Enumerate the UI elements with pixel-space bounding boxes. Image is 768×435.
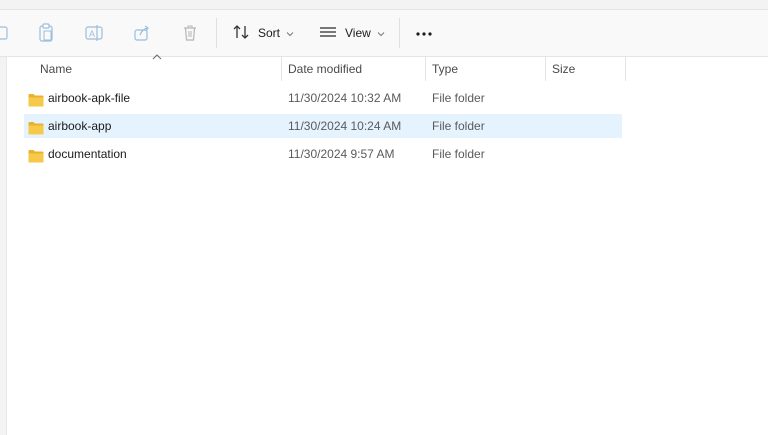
file-name: airbook-apk-file [48,91,131,105]
paste-icon[interactable] [35,22,57,44]
toolbar-separator [216,18,217,48]
folder-icon [28,147,44,163]
delete-icon[interactable] [179,22,201,44]
folder-icon [28,119,44,135]
sort-icon [232,24,250,43]
file-date-modified: 11/30/2024 10:32 AM [288,91,402,105]
chevron-down-icon [286,26,294,40]
column-header-date-modified[interactable]: Date modified [282,57,426,81]
file-type: File folder [432,147,485,161]
file-row[interactable]: documentation 11/30/2024 9:57 AM File fold… [24,142,622,166]
file-date-modified: 11/30/2024 9:57 AM [288,147,395,161]
view-button[interactable]: View [319,20,385,46]
share-icon[interactable] [131,22,153,44]
chevron-down-icon [377,26,385,40]
file-row[interactable]: airbook-apk-file 11/30/2024 10:32 AM File … [24,86,622,110]
file-name: airbook-app [48,119,112,133]
file-explorer-window: A Sort View Name Date modified Type Size… [0,0,768,435]
folder-icon [28,91,44,107]
file-date-modified: 11/30/2024 10:24 AM [288,119,402,133]
view-label: View [345,26,371,40]
command-bar: A Sort View [0,10,768,57]
column-header-type[interactable]: Type [426,57,546,81]
column-header-name[interactable]: Name [34,57,282,81]
more-icon [415,24,433,42]
navigation-pane-edge [0,57,7,435]
rename-icon[interactable]: A [83,22,105,44]
new-icon[interactable] [0,22,12,44]
sort-label: Sort [258,26,281,40]
column-header-size[interactable]: Size [546,57,626,81]
file-type: File folder [432,119,485,133]
sort-button[interactable]: Sort [232,20,294,46]
view-icon [319,25,337,42]
title-strip [0,0,768,10]
file-list: airbook-apk-file 11/30/2024 10:32 AM File … [24,86,622,170]
file-row[interactable]: airbook-app 11/30/2024 10:24 AM File folde… [24,114,622,138]
file-type: File folder [432,91,485,105]
toolbar-separator [399,18,400,48]
more-options-button[interactable] [410,20,438,46]
file-name: documentation [48,147,127,161]
column-header-row: Name Date modified Type Size [24,57,626,81]
svg-text:A: A [89,29,95,39]
